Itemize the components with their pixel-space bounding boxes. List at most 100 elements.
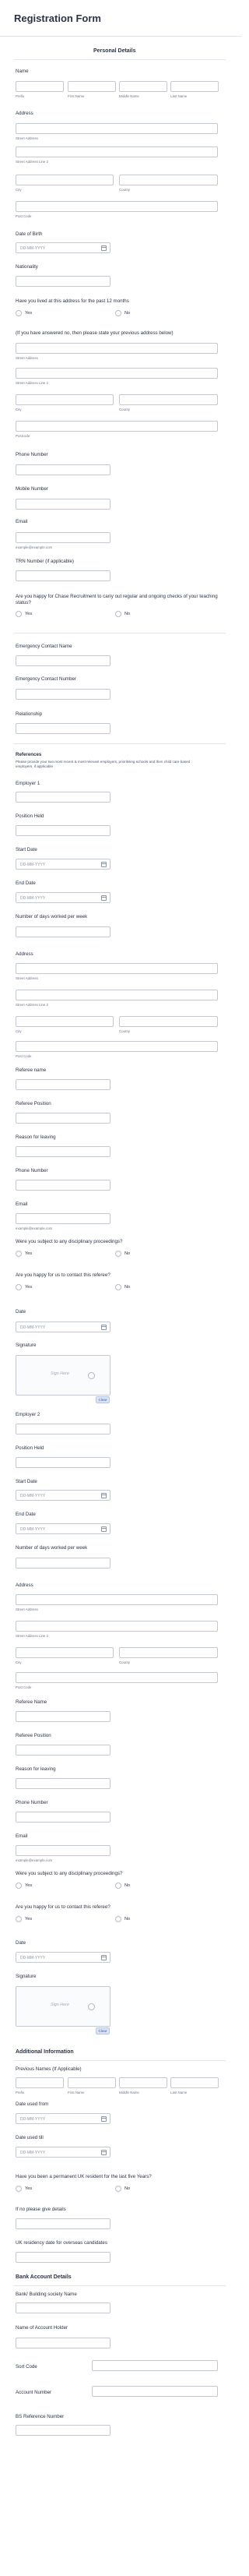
- calendar-icon[interactable]: [101, 245, 107, 251]
- prev-postcode-input[interactable]: [16, 421, 218, 432]
- prev-county-input[interactable]: [119, 394, 218, 405]
- ref-phone1-input[interactable]: [16, 1180, 110, 1191]
- prev-city-input[interactable]: [16, 394, 114, 405]
- ref-email2-input[interactable]: [16, 1845, 110, 1856]
- calendar-icon[interactable]: [101, 1526, 107, 1532]
- emergency-number-input[interactable]: [16, 689, 110, 700]
- nationality-input[interactable]: [16, 276, 110, 287]
- prev-prefix-input[interactable]: [16, 2077, 64, 2088]
- relationship-input[interactable]: [16, 723, 110, 734]
- email-input[interactable]: [16, 532, 110, 543]
- calendar-icon[interactable]: [101, 1493, 107, 1498]
- employer2-input[interactable]: [16, 1424, 110, 1434]
- ref2-street2-input[interactable]: [16, 1621, 218, 1632]
- contact2-yes-radio[interactable]: [16, 1916, 22, 1922]
- lived-no-radio[interactable]: [115, 310, 121, 316]
- ref1-city-input[interactable]: [16, 1016, 114, 1027]
- signature2-label: Signature: [16, 1974, 37, 1979]
- clear-signature2-button[interactable]: Clear: [96, 2027, 110, 2034]
- prev-last-name-input[interactable]: [170, 2077, 219, 2088]
- mobile-input[interactable]: [16, 499, 110, 510]
- prev-street2-input[interactable]: [16, 368, 218, 379]
- phone-input[interactable]: [16, 464, 110, 475]
- start-date1-input[interactable]: DD-MM-YYYY: [16, 859, 110, 870]
- referee-name2-input[interactable]: [16, 1711, 110, 1722]
- days2-input[interactable]: [16, 1558, 110, 1569]
- prev-street-input[interactable]: [16, 343, 218, 354]
- date2-input[interactable]: DD-MM-YYYY: [16, 1952, 110, 1963]
- employer1-input[interactable]: [16, 792, 110, 803]
- disc2-yes-radio[interactable]: [16, 1883, 22, 1889]
- disc1-yes-radio[interactable]: [16, 1251, 22, 1257]
- end-date2-input[interactable]: DD-MM-YYYY: [16, 1523, 110, 1534]
- date1-input[interactable]: DD-MM-YYYY: [16, 1322, 110, 1332]
- calendar-icon[interactable]: [101, 2116, 107, 2122]
- days1-input[interactable]: [16, 926, 110, 937]
- position1-input[interactable]: [16, 825, 110, 836]
- start-date2-input[interactable]: DD-MM-YYYY: [16, 1490, 110, 1501]
- signature2-pad[interactable]: Sign Here: [16, 1986, 110, 2027]
- trn-input[interactable]: [16, 570, 110, 581]
- contact1-no-radio[interactable]: [115, 1284, 121, 1290]
- prev-first-name-input[interactable]: [68, 2077, 116, 2088]
- bs-reference-input[interactable]: [16, 2425, 110, 2436]
- calendar-icon[interactable]: [101, 1955, 107, 1960]
- account-number-input[interactable]: [92, 2386, 218, 2397]
- ref2-county-input[interactable]: [119, 1647, 218, 1658]
- referee-name1-input[interactable]: [16, 1079, 110, 1090]
- calendar-icon[interactable]: [101, 1325, 107, 1330]
- sort-code-input[interactable]: [92, 2360, 218, 2371]
- calendar-icon[interactable]: [101, 862, 107, 867]
- if-no-details-input[interactable]: [16, 2218, 110, 2229]
- prev-middle-name-input[interactable]: [119, 2077, 167, 2088]
- ref2-street-input[interactable]: [16, 1594, 218, 1605]
- contact1-yes-radio[interactable]: [16, 1284, 22, 1290]
- uk-no-radio[interactable]: [115, 2186, 121, 2192]
- clear-signature1-button[interactable]: Clear: [96, 1396, 110, 1403]
- account-holder-input[interactable]: [16, 2338, 110, 2348]
- ref1-county-input[interactable]: [119, 1016, 218, 1027]
- lived-yes-radio[interactable]: [16, 310, 22, 316]
- ref1-post-code-input[interactable]: [16, 1041, 218, 1052]
- sign-here-placeholder: Sign Here: [51, 2003, 69, 2007]
- bank-name-input[interactable]: [16, 2303, 110, 2313]
- last-name-input[interactable]: [170, 81, 219, 92]
- reason2-input[interactable]: [16, 1778, 110, 1789]
- uk-yes-radio[interactable]: [16, 2186, 22, 2192]
- ref2-city-input[interactable]: [16, 1647, 114, 1658]
- ref2-post-code-input[interactable]: [16, 1672, 218, 1683]
- calendar-icon[interactable]: [101, 895, 107, 901]
- disc1-no-radio[interactable]: [115, 1251, 121, 1257]
- ref1-street-input[interactable]: [16, 963, 218, 974]
- signature1-pad[interactable]: Sign Here: [16, 1355, 110, 1396]
- middle-name-input[interactable]: [119, 81, 167, 92]
- ref-phone2-input[interactable]: [16, 1812, 110, 1823]
- position2-input[interactable]: [16, 1457, 110, 1468]
- ref1-street2-input[interactable]: [16, 990, 218, 1000]
- end-date1-input[interactable]: DD-MM-YYYY: [16, 892, 110, 903]
- ref-email1-input[interactable]: [16, 1213, 110, 1224]
- ref2-city-sublabel: City: [16, 1660, 22, 1664]
- contact2-no-label: No: [124, 1917, 131, 1921]
- disc2-no-radio[interactable]: [115, 1883, 121, 1889]
- dob-input[interactable]: DD-MM-YYYY: [16, 242, 110, 253]
- referee-position2-input[interactable]: [16, 1745, 110, 1756]
- emergency-name-input[interactable]: [16, 655, 110, 666]
- reason1-input[interactable]: [16, 1146, 110, 1157]
- street2-input[interactable]: [16, 146, 218, 157]
- calendar-icon[interactable]: [101, 2150, 107, 2155]
- date-used-from-input[interactable]: DD-MM-YYYY: [16, 2113, 110, 2124]
- date-used-till-input[interactable]: DD-MM-YYYY: [16, 2147, 110, 2158]
- referee-position1-input[interactable]: [16, 1113, 110, 1124]
- checks-yes-radio[interactable]: [16, 611, 22, 617]
- first-name-input[interactable]: [68, 81, 116, 92]
- county-input[interactable]: [119, 175, 218, 185]
- post-code-input[interactable]: [16, 201, 218, 212]
- uk-residency-date-input[interactable]: [16, 2252, 110, 2263]
- prev-street2-sublabel: Street Address Line 2: [16, 381, 48, 385]
- checks-no-radio[interactable]: [115, 611, 121, 617]
- street-input[interactable]: [16, 123, 218, 134]
- contact2-no-radio[interactable]: [115, 1916, 121, 1922]
- city-input[interactable]: [16, 175, 114, 185]
- prefix-input[interactable]: [16, 81, 64, 92]
